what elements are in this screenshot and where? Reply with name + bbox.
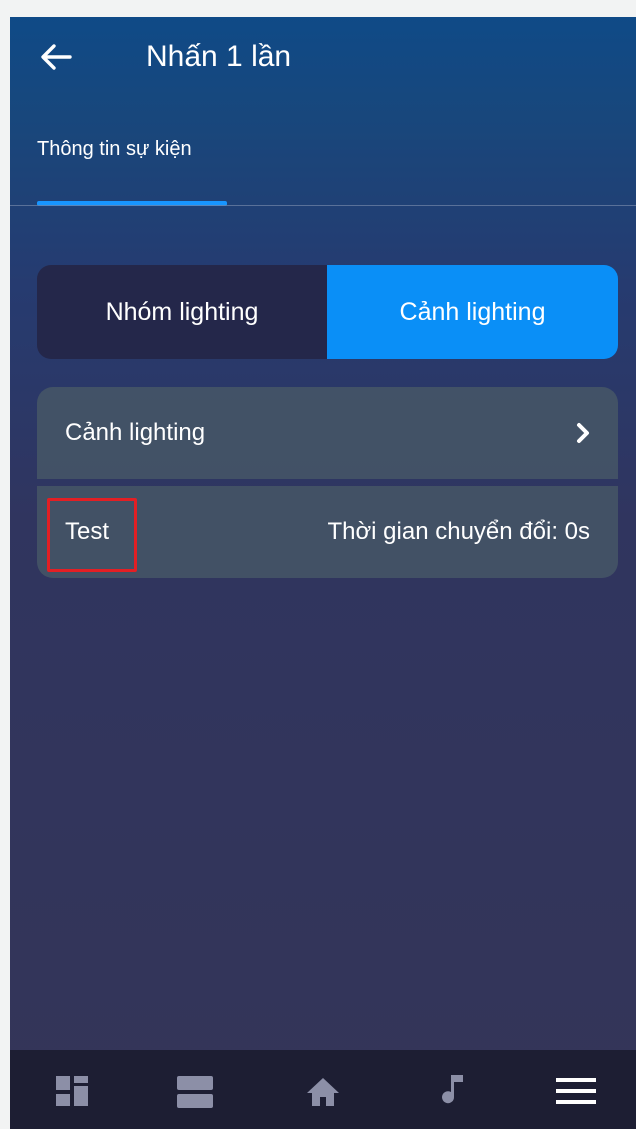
tab-bar: Thông tin sự kiện: [10, 121, 636, 206]
page-title: Nhấn 1 lần: [146, 40, 292, 73]
scene-item-row[interactable]: Test Thời gian chuyển đổi: 0s: [37, 486, 618, 578]
tab-divider: [10, 205, 636, 206]
tab-event-info[interactable]: Thông tin sự kiện: [37, 135, 192, 163]
arrow-left-icon: [41, 44, 72, 70]
highlight-box: [47, 498, 137, 572]
nav-dashboard[interactable]: [42, 1066, 102, 1116]
dashboard-icon: [56, 1076, 88, 1106]
app-header: Nhấn 1 lần: [10, 17, 636, 97]
transition-time: Thời gian chuyển đổi: 0s: [327, 518, 590, 545]
phone-screen: Nhấn 1 lần Thông tin sự kiện Nhóm lighti…: [10, 17, 636, 1129]
music-icon: [442, 1075, 463, 1104]
nav-music[interactable]: [424, 1066, 484, 1116]
chevron-right-icon: [577, 423, 589, 443]
home-icon: [307, 1078, 339, 1106]
scene-lighting-option[interactable]: Cảnh lighting: [327, 265, 618, 359]
rooms-icon: [177, 1076, 213, 1108]
lighting-type-segmented-control: Nhóm lighting Cảnh lighting: [37, 265, 618, 359]
menu-icon: [556, 1078, 596, 1104]
scene-lighting-row[interactable]: Cảnh lighting: [37, 387, 618, 479]
nav-rooms[interactable]: [165, 1066, 225, 1116]
scene-lighting-label: Cảnh lighting: [65, 419, 206, 446]
nav-menu[interactable]: [546, 1066, 606, 1116]
nav-home[interactable]: [293, 1066, 353, 1116]
group-lighting-option[interactable]: Nhóm lighting: [37, 265, 327, 359]
bottom-navigation: [10, 1050, 636, 1129]
back-button[interactable]: [34, 37, 78, 77]
